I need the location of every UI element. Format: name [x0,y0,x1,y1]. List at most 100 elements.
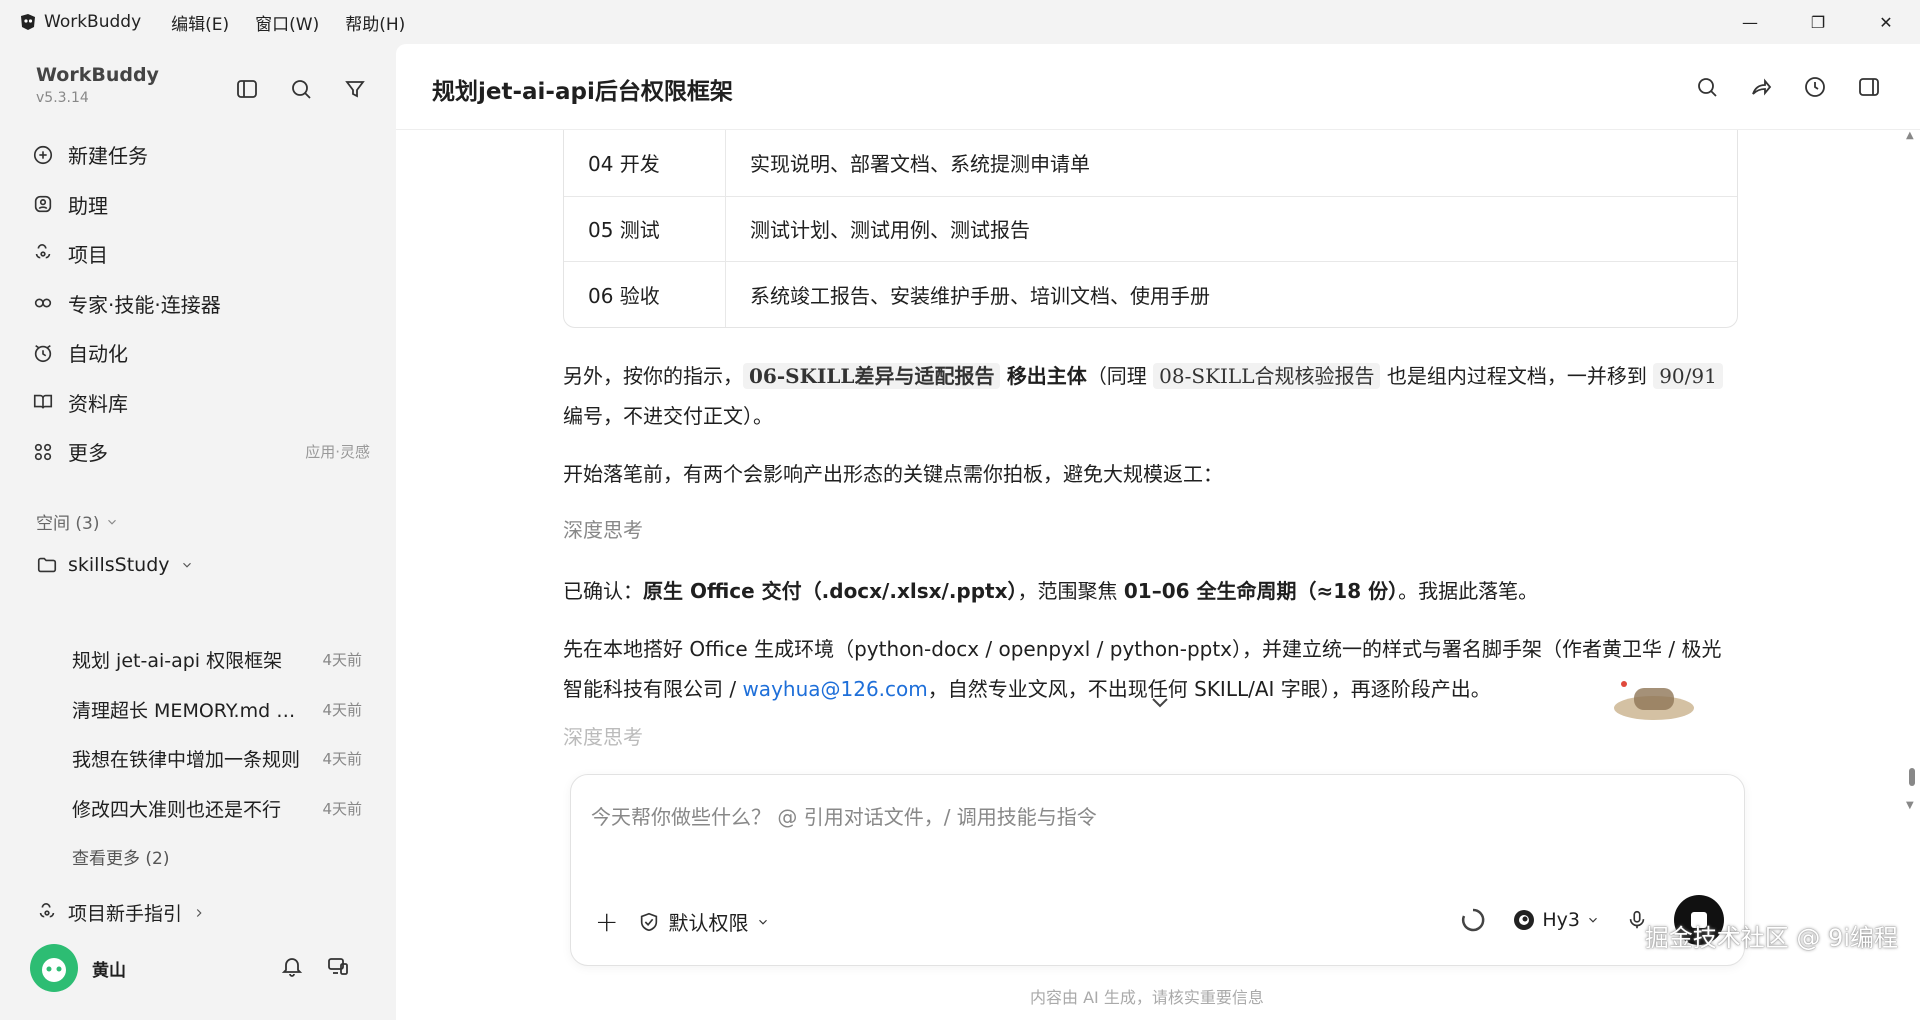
view-more-link[interactable]: 查看更多 (2) [72,844,169,869]
watermark: 掘金技术社区 @ 9i编程 [1644,924,1898,952]
filter-icon[interactable] [340,74,370,104]
inline-code: 06-SKILL差异与适配报告 [743,362,1001,389]
menu-edit[interactable]: 编辑(E) [171,10,229,35]
history-icon[interactable] [1800,72,1830,102]
devices-icon[interactable] [326,954,350,978]
share-icon[interactable] [1746,72,1776,102]
library-icon [30,389,56,415]
avatar [30,944,78,992]
scroll-up-icon[interactable]: ▲ [1906,130,1914,141]
text-span: 另外，按你的指示， [563,363,743,388]
permission-label: 默认权限 [668,911,749,935]
main-header: 规划jet-ai-api后台权限框架 [396,44,1920,130]
model-label: Hy3 [1542,909,1580,931]
table-cell-docs: 测试计划、测试用例、测试报告 [750,218,1030,243]
nav-more[interactable]: 更多 应用·灵感 [30,427,370,477]
loading-spinner-icon [1462,908,1485,932]
deep-thinking-toggle[interactable]: 深度思考 [563,514,1738,543]
nav-label: 资料库 [68,391,128,416]
deliverables-table: 04 开发 实现说明、部署文档、系统提测申请单 05 测试 测试计划、测试用例、… [563,130,1738,328]
bell-icon[interactable] [280,954,304,978]
table-cell-phase: 06 验收 [564,262,726,327]
menu-app-name[interactable]: WorkBuddy [44,12,141,32]
nav-label: 助理 [68,193,108,218]
table-cell-docs: 实现说明、部署文档、系统提测申请单 [750,152,1090,177]
deep-thinking-toggle[interactable]: 深度思考 [563,721,1738,750]
nav-label: 更多 [68,441,108,466]
side-panel-icon[interactable] [1854,72,1884,102]
table-row: 06 验收 系统竣工报告、安装维护手册、培训文档、使用手册 [564,261,1737,327]
space-label: 空间 (3) [36,514,100,534]
permission-selector[interactable]: 默认权限 [638,907,770,936]
sidebar: WorkBuddy v5.3.14 新建任务 助理 项目 专家·技能·连接器 自… [0,44,396,1020]
message-paragraph: 开始落笔前，有两个会影响产出形态的关键点需你拍板，避免大规模返工： [563,461,1223,486]
table-row: 04 开发 实现说明、部署文档、系统提测申请单 [564,130,1737,196]
chevron-down-icon [759,919,768,925]
inline-code: 90/91 [1653,362,1723,389]
nav-project[interactable]: 项目 [30,229,370,279]
nav-automation[interactable]: 自动化 [30,328,370,378]
message-input[interactable]: 今天帮你做些什么？ @ 引用对话文件，/ 调用技能与指令 [591,801,1097,830]
project-guide[interactable]: 项目新手指引 [36,899,206,926]
menu-help[interactable]: 帮助(H) [345,10,405,35]
shield-check-icon [641,912,658,931]
chevron-down-icon [182,562,191,568]
table-cell-phase: 04 开发 [564,130,726,196]
add-attachment-button[interactable]: + [595,905,618,938]
nav-expert[interactable]: 专家·技能·连接器 [30,279,370,329]
folder-icon [37,557,57,573]
chevron-down-icon [108,519,117,525]
inline-code: 08-SKILL合规核验报告 [1153,362,1381,389]
nav-assistant[interactable]: 助理 [30,180,370,230]
main-panel: 规划jet-ai-api后台权限框架 04 开发 实现说明、部署文档、系统提测申… [396,44,1920,1020]
task-title: 我想在铁律中增加一条规则 [72,749,301,772]
task-title: 清理超长 MEMORY.md 文件 [72,699,302,722]
sidebar-nav: 新建任务 助理 项目 专家·技能·连接器 自动化 资料库 更多 应用·灵感 [30,130,370,477]
project-icon [30,241,56,267]
assistant-icon [30,191,56,217]
user-name: 黄山 [92,960,126,981]
mascot-icon [1614,681,1694,720]
search-icon[interactable] [1692,72,1722,102]
scroll-down-icon[interactable]: ▼ [1906,800,1914,811]
close-button[interactable]: ✕ [1852,0,1920,44]
text-span: ，自然专业文风，不出现任何 SKILL/AI 字眼），再逐阶段产出。 [927,676,1491,701]
scrollbar[interactable]: ▲ ▼ [1904,130,1918,820]
message-paragraph: 已确认：原生 Office 交付（.docx/.xlsx/.pptx），范围聚焦… [563,571,1738,611]
text-span: 。我据此落笔。 [1398,578,1539,603]
model-selector[interactable]: Hy3 [1512,908,1600,932]
ai-disclaimer: 内容由 AI 生成，请核实重要信息 [1030,988,1264,1007]
automation-icon [30,340,56,366]
nav-label: 专家·技能·连接器 [68,292,221,317]
space-header[interactable]: 空间 (3) [36,509,119,534]
scroll-to-bottom-icon[interactable] [1150,696,1170,710]
email-link[interactable]: wayhua@126.com [742,677,927,701]
task-date: 4天前 [322,651,362,670]
nav-library[interactable]: 资料库 [30,378,370,428]
scrollbar-thumb[interactable] [1909,768,1915,786]
task-title: 修改四大准则也还是不行 [72,798,282,821]
task-item[interactable]: 修改四大准则也还是不行 4天前 [72,784,362,834]
guide-label: 项目新手指引 [68,903,183,925]
brand-version: v5.3.14 [36,90,89,106]
search-icon[interactable] [286,74,316,104]
minimize-button[interactable]: — [1716,0,1784,44]
nav-more-hint: 应用·灵感 [305,443,370,462]
folder-name: skillsStudy [68,554,170,576]
nav-new-task[interactable]: 新建任务 [30,130,370,180]
more-icon [30,439,56,465]
user-profile[interactable]: 黄山 [30,944,126,992]
message-paragraph: 另外，按你的指示， 06-SKILL差异与适配报告 移出主体（同理 08-SKIL… [563,356,1738,436]
toggle-sidebar-icon[interactable] [232,74,262,104]
folder-skillsstudy[interactable]: skillsStudy [36,554,194,576]
nav-label: 自动化 [68,342,128,367]
task-item[interactable]: 清理超长 MEMORY.md 文件 4天前 [72,685,362,735]
message-composer[interactable]: 今天帮你做些什么？ @ 引用对话文件，/ 调用技能与指令 + 默认权限 Hy3 [570,774,1745,966]
menu-window[interactable]: 窗口(W) [255,10,319,35]
task-item[interactable]: 我想在铁律中增加一条规则 4天前 [72,734,362,784]
text-span: 也是组内过程文档，一并移到 [1380,363,1654,388]
restore-button[interactable]: ❐ [1784,0,1852,44]
task-date: 4天前 [322,799,362,818]
nav-label: 项目 [68,243,108,268]
task-item[interactable]: 规划 jet-ai-api 权限框架 4天前 [72,635,362,685]
